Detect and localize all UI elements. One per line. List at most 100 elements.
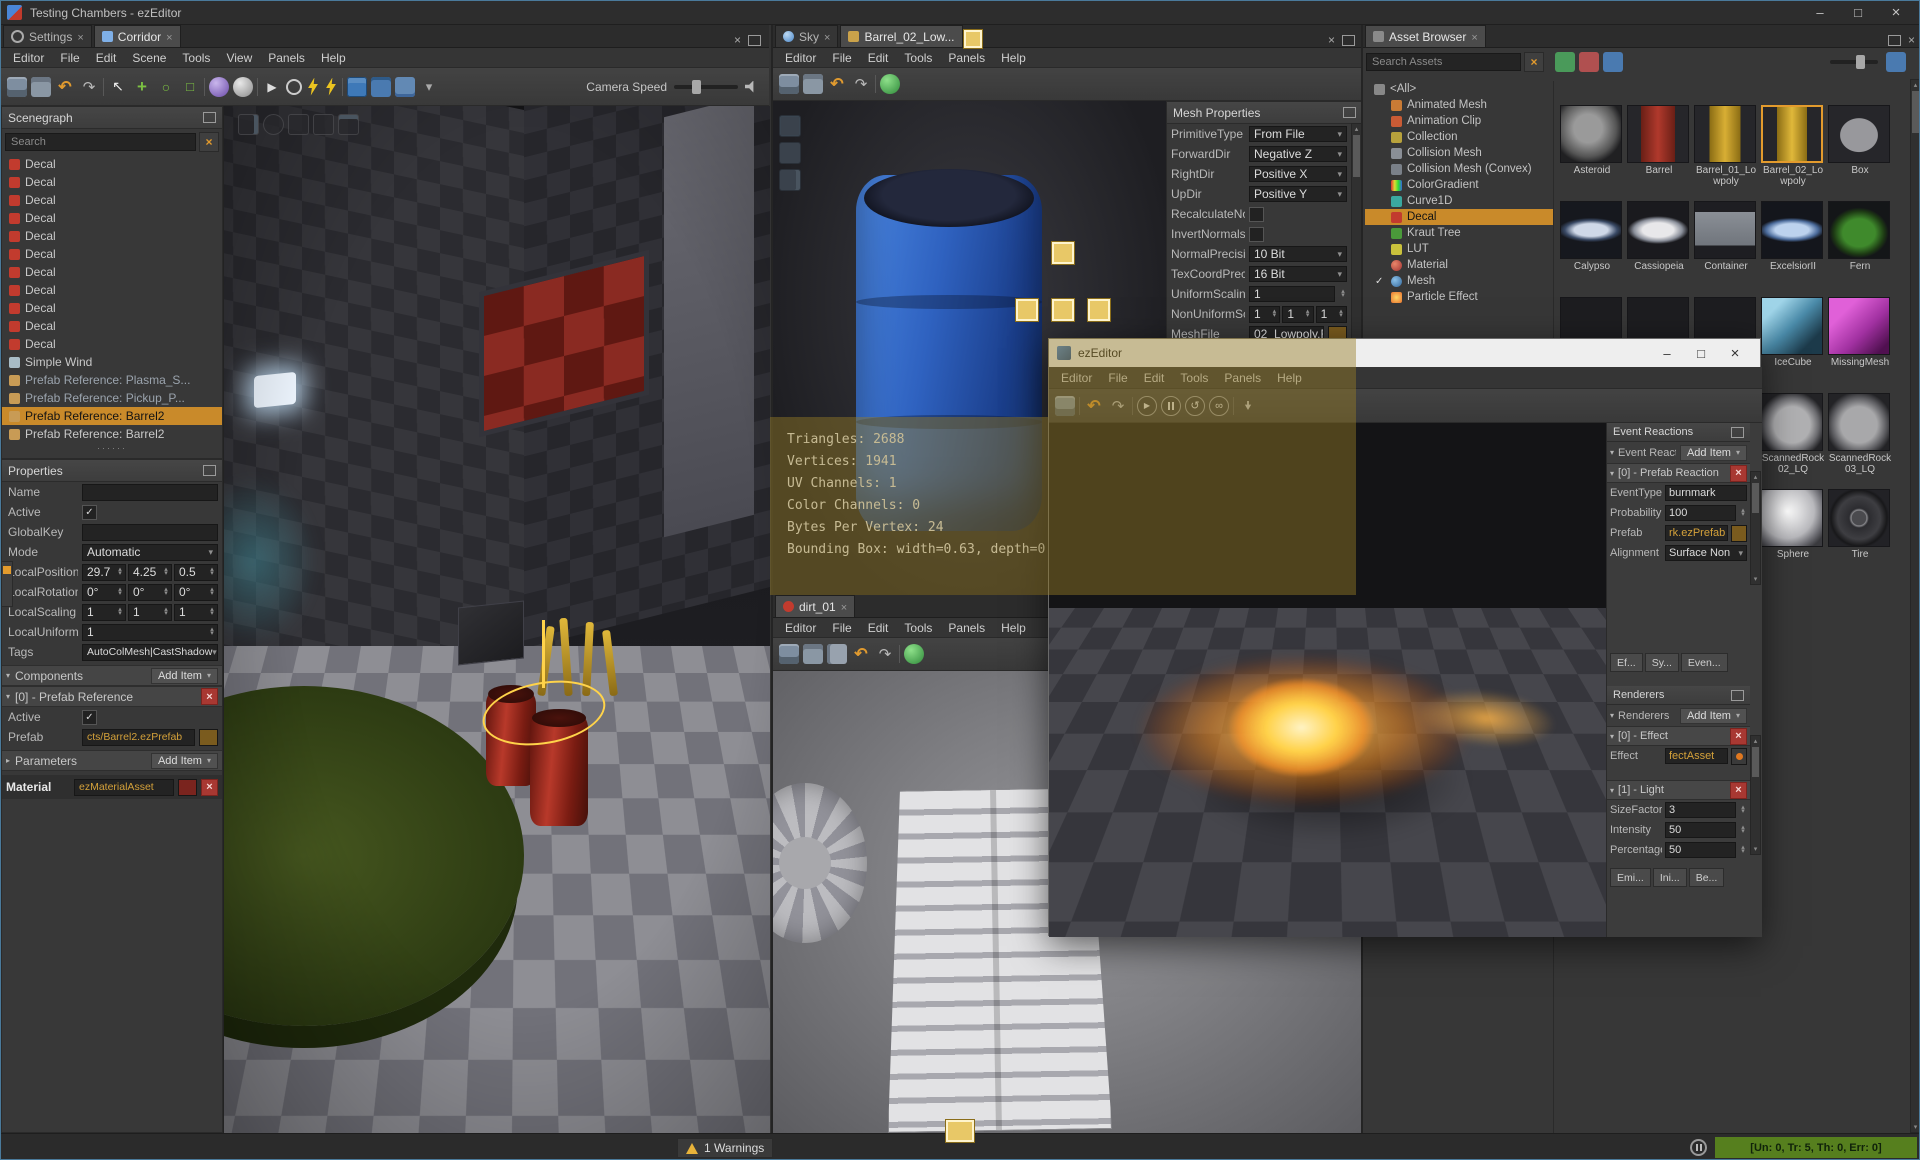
menu-item[interactable]: Edit <box>1136 369 1173 387</box>
dock-guide-center[interactable] <box>1051 298 1075 322</box>
redo-icon[interactable] <box>1108 396 1128 416</box>
separator[interactable] <box>257 77 258 96</box>
loop-circle-icon[interactable] <box>1209 395 1229 416</box>
spin-arrows-icon[interactable] <box>1739 846 1747 855</box>
minimize-button[interactable] <box>1801 1 1839 24</box>
save-icon[interactable] <box>1055 395 1075 416</box>
dropdown-icon[interactable] <box>419 77 439 97</box>
menu-item[interactable]: Scene <box>124 49 174 67</box>
panel-tab[interactable]: Even... <box>1680 653 1728 672</box>
camera-icon[interactable] <box>779 169 801 191</box>
name-input[interactable] <box>82 483 218 501</box>
undo-icon[interactable] <box>55 77 75 97</box>
add-component-button[interactable]: Add Item <box>150 667 218 684</box>
asset-type-item[interactable]: Collection <box>1365 129 1553 145</box>
globalkey-input[interactable] <box>82 523 218 541</box>
rotation-z-field[interactable]: 0° <box>174 583 218 601</box>
menu-item[interactable]: Help <box>993 49 1034 67</box>
add-renderer-button[interactable]: Add Item <box>1679 707 1747 724</box>
tab-barrel-02-lowpoly[interactable]: Barrel_02_Low... <box>840 25 963 47</box>
menu-item[interactable]: View <box>218 49 260 67</box>
property-value[interactable]: 1 <box>1249 286 1335 302</box>
spin-arrows-icon[interactable] <box>162 608 170 617</box>
asset-thumb[interactable]: Tire <box>1828 489 1892 579</box>
expander-icon[interactable] <box>6 671 10 680</box>
menu-item[interactable]: Panels <box>940 49 993 67</box>
panel-tab[interactable]: Ini... <box>1652 868 1687 887</box>
expander-icon[interactable] <box>1610 786 1614 795</box>
mode-dropdown[interactable]: Automatic <box>82 543 218 561</box>
open-icon[interactable] <box>803 644 823 664</box>
scenegraph-item[interactable]: Decal <box>2 173 222 191</box>
asset-thumb[interactable]: IceCube <box>1761 297 1825 387</box>
separator[interactable] <box>1079 396 1080 415</box>
asset-type-item[interactable]: Particle Effect <box>1365 289 1553 305</box>
asset-thumb[interactable]: ExcelsiorII <box>1761 201 1825 291</box>
redo-icon[interactable] <box>79 77 99 97</box>
tab-close-icon[interactable] <box>1471 30 1477 44</box>
world-gizmo-icon[interactable] <box>209 76 229 97</box>
scenegraph-item[interactable]: Decal <box>2 263 222 281</box>
slider-handle[interactable] <box>692 79 701 94</box>
asset-type-item[interactable]: <All> <box>1365 81 1553 97</box>
menu-item[interactable]: Edit <box>88 49 125 67</box>
event-type-input[interactable]: burnmark <box>1665 485 1747 501</box>
pin-icon[interactable] <box>1238 396 1258 416</box>
menu-item[interactable]: Panels <box>260 49 313 67</box>
physics-icon[interactable] <box>233 76 253 97</box>
expander-icon[interactable] <box>1610 469 1614 478</box>
asset-thumb[interactable]: Fern <box>1828 201 1892 291</box>
effect-renderer-header[interactable]: [0] - Effect <box>1607 726 1750 746</box>
browse-asset-button[interactable] <box>199 728 218 746</box>
asset-thumb[interactable]: Cassiopeia <box>1627 201 1691 291</box>
asset-menu-button[interactable] <box>1731 747 1747 765</box>
scenegraph-item[interactable]: Decal <box>2 281 222 299</box>
undo-icon[interactable] <box>1084 396 1104 416</box>
property-value[interactable]: 16 Bit <box>1249 266 1347 282</box>
shot-icon[interactable] <box>313 114 334 135</box>
asset-thumb[interactable]: ScannedRock03_LQ <box>1828 393 1892 483</box>
undock-icon[interactable] <box>203 112 216 123</box>
undock-icon[interactable] <box>748 34 761 46</box>
spin-arrows-icon[interactable] <box>1739 826 1747 835</box>
remove-material-icon[interactable] <box>201 778 218 796</box>
menu-item[interactable]: Help <box>313 49 354 67</box>
menu-item[interactable]: Editor <box>777 619 824 637</box>
save-icon[interactable] <box>7 76 27 97</box>
scale-icon[interactable] <box>180 77 200 97</box>
add-event-reaction-button[interactable]: Add Item <box>1679 444 1747 461</box>
scrollbar-thumb[interactable] <box>1752 747 1759 777</box>
asset-type-item[interactable]: Mesh <box>1365 273 1553 289</box>
menu-item[interactable]: Edit <box>860 49 897 67</box>
slider-handle[interactable] <box>1856 55 1865 69</box>
asset-thumb[interactable]: MissingMesh <box>1828 297 1892 387</box>
alignment-dropdown[interactable]: Surface Non <box>1665 545 1747 561</box>
scenegraph-item[interactable]: Prefab Reference: Barrel2 <box>2 407 222 425</box>
undock-icon[interactable] <box>1343 107 1356 118</box>
undo-icon[interactable] <box>827 74 847 94</box>
minimize-button[interactable] <box>1650 340 1684 367</box>
separator[interactable] <box>204 77 205 96</box>
asset-search-input[interactable] <box>1366 53 1521 71</box>
thumbnail-size-slider[interactable] <box>1830 55 1878 69</box>
asset-type-item[interactable]: Decal <box>1365 209 1553 225</box>
scenegraph-item[interactable]: Decal <box>2 209 222 227</box>
spin-arrows-icon[interactable] <box>116 588 124 597</box>
menu-item[interactable]: Tools <box>1172 369 1216 387</box>
property-checkbox[interactable] <box>1249 206 1264 222</box>
asset-thumb[interactable]: Box <box>1828 105 1892 195</box>
vector-x-field[interactable]: 1 <box>1249 305 1281 323</box>
menu-item[interactable]: File <box>1100 369 1135 387</box>
select-icon[interactable] <box>108 77 128 97</box>
separator[interactable] <box>103 77 104 96</box>
pause-background-tasks-icon[interactable] <box>1690 1139 1707 1156</box>
property-checkbox[interactable] <box>1249 226 1264 242</box>
rotate-icon[interactable] <box>156 77 176 97</box>
close-button[interactable] <box>1877 1 1915 24</box>
close-panel-icon[interactable] <box>1908 33 1915 47</box>
remove-item-icon[interactable] <box>1730 781 1747 799</box>
menu-item[interactable]: Editor <box>777 49 824 67</box>
menu-item[interactable]: Editor <box>5 49 52 67</box>
asset-thumb[interactable]: ScannedRock02_LQ <box>1761 393 1825 483</box>
scenegraph-item[interactable]: Decal <box>2 299 222 317</box>
